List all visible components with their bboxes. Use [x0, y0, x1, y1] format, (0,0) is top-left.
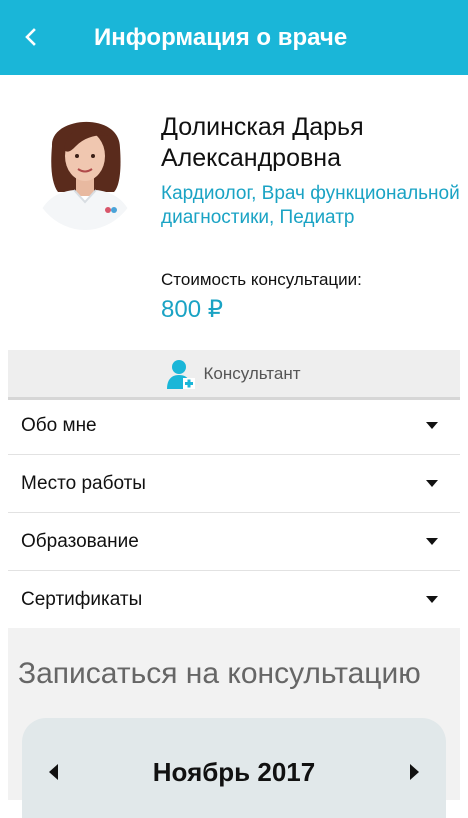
chevron-down-icon — [426, 596, 438, 603]
chevron-down-icon — [426, 422, 438, 429]
next-month-icon[interactable] — [410, 764, 419, 780]
section-about[interactable]: Обо мне — [8, 397, 460, 455]
chevron-left-icon — [25, 28, 36, 46]
page-title: Информация о враче — [94, 24, 348, 51]
calendar: Ноябрь 2017 — [22, 718, 446, 818]
doctor-name-line1: Долинская Дарья — [161, 113, 364, 141]
doctor-name: Долинская Дарья Александровна — [161, 112, 364, 174]
chevron-down-icon — [426, 538, 438, 545]
price-label: Стоимость консультации: — [161, 270, 362, 289]
calendar-month: Ноябрь 2017 — [152, 757, 316, 787]
back-button[interactable] — [14, 20, 48, 54]
consultant-label: Консультант — [203, 363, 301, 383]
section-about-label: Обо мне — [21, 415, 97, 436]
section-education-label: Образование — [21, 531, 139, 552]
section-workplace-label: Место работы — [21, 473, 146, 494]
booking-section: Записаться на консультацию Ноябрь 2017 — [8, 628, 460, 818]
doctor-icon — [167, 359, 196, 389]
consultant-button[interactable]: Консультант — [8, 350, 460, 400]
doctor-specialties: Кардиолог, Врач функциональной диагности… — [161, 183, 460, 228]
section-workplace[interactable]: Место работы — [8, 455, 460, 513]
price-value: 800 ₽ — [161, 296, 223, 323]
section-education[interactable]: Образование — [8, 513, 460, 571]
section-certificates[interactable]: Сертификаты — [8, 571, 460, 629]
booking-title: Записаться на консультацию — [18, 657, 421, 690]
section-certificates-label: Сертификаты — [21, 589, 143, 610]
app-bar: Информация о враче — [0, 0, 468, 75]
doctor-avatar — [30, 106, 140, 230]
chevron-down-icon — [426, 480, 438, 487]
doctor-name-line2: Александровна — [161, 144, 341, 172]
